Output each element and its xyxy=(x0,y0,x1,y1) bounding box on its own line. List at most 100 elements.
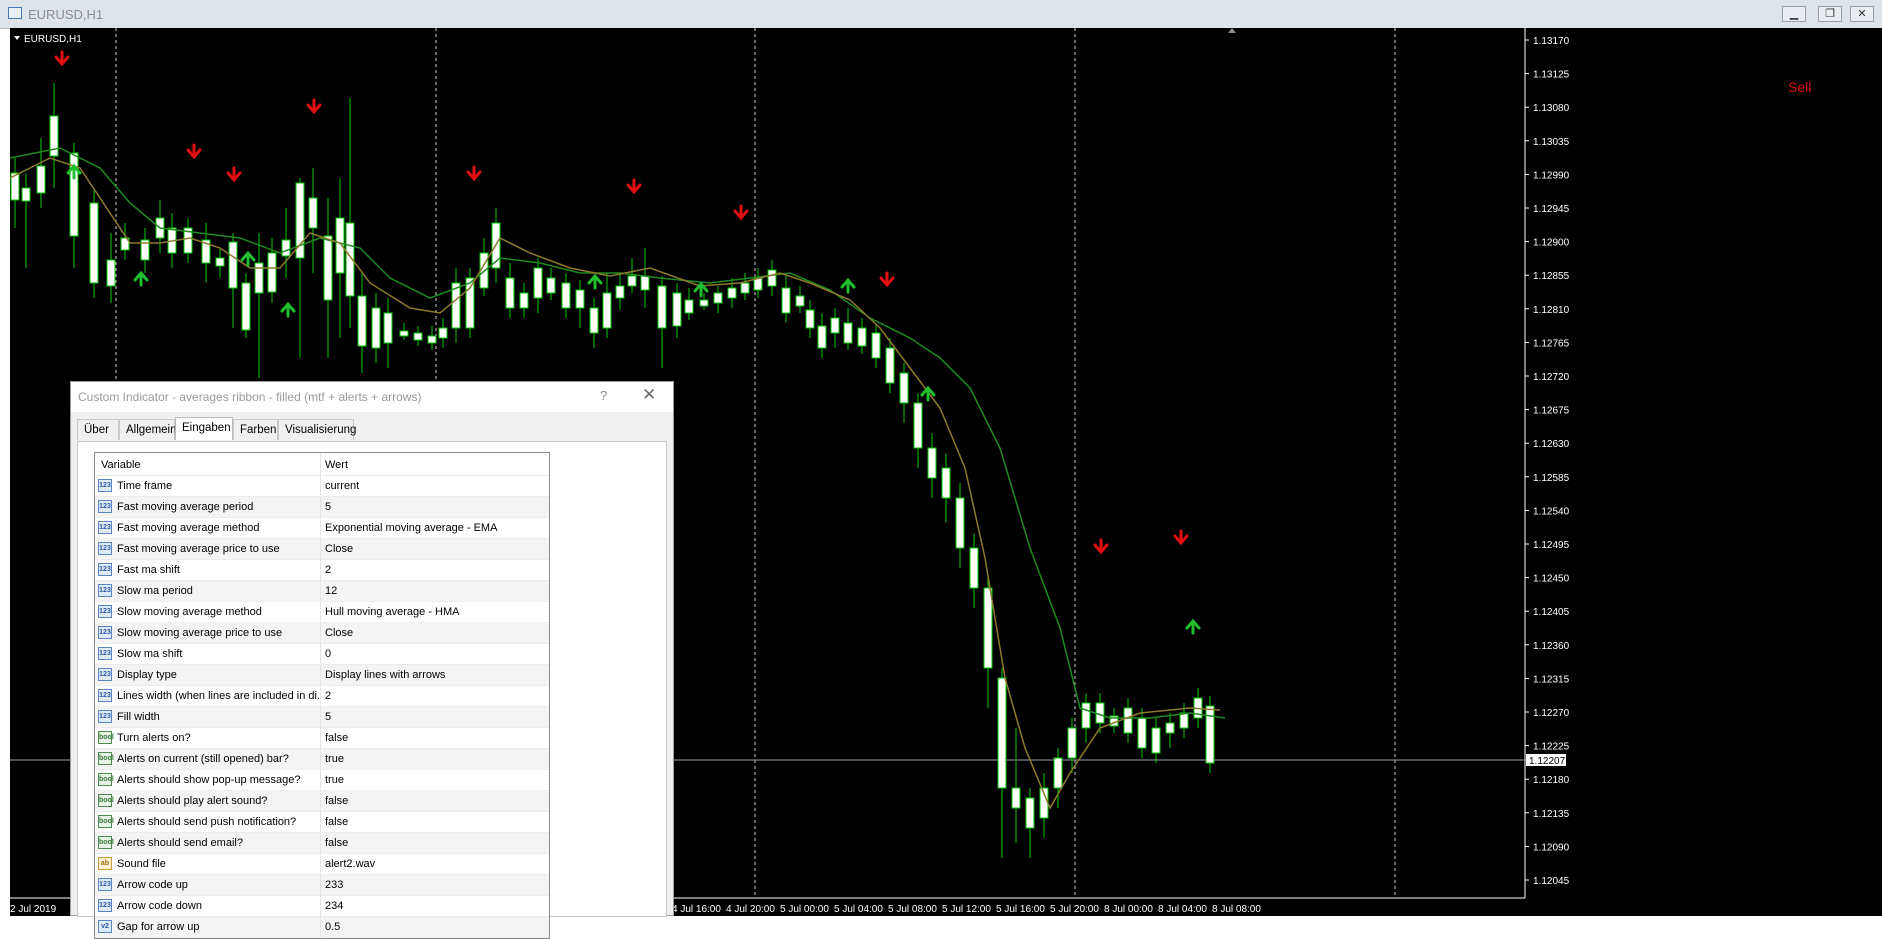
candle xyxy=(817,325,827,349)
price-axis-label: 1.12855 xyxy=(1533,271,1570,282)
input-value[interactable]: Close xyxy=(325,627,353,639)
chart-shift-marker-icon[interactable] xyxy=(1228,28,1236,33)
input-row[interactable]: bool Turn alerts on? false xyxy=(95,728,549,749)
help-button[interactable]: ? xyxy=(600,388,607,403)
sell-arrow-icon xyxy=(226,166,242,183)
price-axis-label: 1.12630 xyxy=(1533,439,1570,450)
input-row[interactable]: 123 Slow ma period 12 xyxy=(95,581,549,602)
tab-uber[interactable]: Über xyxy=(77,419,119,440)
grid-rows: 123 Time frame current 123 Fast moving avera… xyxy=(95,476,549,938)
input-row[interactable]: 123 Time frame current xyxy=(95,476,549,497)
input-row[interactable]: 123 Fast moving average period 5 xyxy=(95,497,549,518)
price-axis-label: 1.12045 xyxy=(1533,876,1570,887)
input-variable-name: Turn alerts on? xyxy=(117,732,191,744)
chart-menu-icon[interactable] xyxy=(14,36,20,40)
candle xyxy=(1053,757,1063,789)
candle xyxy=(1165,722,1175,734)
input-row[interactable]: 123 Slow moving average method Hull moving… xyxy=(95,602,549,623)
input-variable-name: Arrow code down xyxy=(117,900,202,912)
price-axis-label: 1.12540 xyxy=(1533,506,1570,517)
input-value[interactable]: false xyxy=(325,816,348,828)
integer-type-icon: 123 xyxy=(98,710,112,723)
candle xyxy=(602,292,612,329)
input-value[interactable]: current xyxy=(325,480,359,492)
input-value[interactable]: false xyxy=(325,732,348,744)
tab-visualisierung[interactable]: Visualisierung xyxy=(278,419,356,440)
price-axis-label: 1.12225 xyxy=(1533,742,1570,753)
input-row[interactable]: 123 Fast ma shift 2 xyxy=(95,560,549,581)
variable-column-header[interactable]: Variable xyxy=(101,459,141,471)
input-value[interactable]: alert2.wav xyxy=(325,858,375,870)
grid-header: Variable Wert xyxy=(95,453,549,476)
candle xyxy=(727,287,737,299)
input-value[interactable]: 234 xyxy=(325,900,343,912)
input-row[interactable]: 123 Slow moving average price to use Close xyxy=(95,623,549,644)
input-row[interactable]: 123 Lines width (when lines are included … xyxy=(95,686,549,707)
price-axis-label: 1.12360 xyxy=(1533,641,1570,652)
input-value[interactable]: 2 xyxy=(325,690,331,702)
input-value[interactable]: 0 xyxy=(325,648,331,660)
candle xyxy=(546,277,556,294)
input-variable-name: Gap for arrow up xyxy=(117,921,200,933)
time-axis-label: 8 Jul 00:00 xyxy=(1104,904,1153,915)
input-row[interactable]: 123 Slow ma shift 0 xyxy=(95,644,549,665)
candle xyxy=(657,285,667,329)
input-variable-name: Time frame xyxy=(117,480,173,492)
input-row[interactable]: 123 Fill width 5 xyxy=(95,707,549,728)
input-row[interactable]: bool Alerts should send push notification… xyxy=(95,812,549,833)
input-value[interactable]: true xyxy=(325,753,344,765)
candle xyxy=(267,252,277,293)
tab-allgemein[interactable]: Allgemein xyxy=(119,419,177,440)
input-row[interactable]: 123 Fast moving average method Exponential… xyxy=(95,518,549,539)
input-value[interactable]: true xyxy=(325,774,344,786)
input-value[interactable]: false xyxy=(325,795,348,807)
candle xyxy=(983,587,993,669)
input-row[interactable]: bool Alerts on current (still opened) bar… xyxy=(95,749,549,770)
close-window-button[interactable]: ✕ xyxy=(1850,6,1874,22)
buy-arrow-icon xyxy=(280,301,296,318)
input-variable-name: Display type xyxy=(117,669,177,681)
close-dialog-button[interactable]: ✕ xyxy=(642,385,656,405)
double-type-icon: v2 xyxy=(98,920,112,933)
input-value[interactable]: 5 xyxy=(325,711,331,723)
time-axis-label: 5 Jul 04:00 xyxy=(834,904,883,915)
restore-button[interactable]: ❐ xyxy=(1818,6,1842,22)
dialog-titlebar: Custom Indicator - averages ribbon - fil… xyxy=(71,382,673,412)
input-value[interactable]: 5 xyxy=(325,501,331,513)
candle xyxy=(281,239,291,257)
input-row[interactable]: 123 Display type Display lines with arrows xyxy=(95,665,549,686)
input-variable-name: Slow ma period xyxy=(117,585,193,597)
window-title: EURUSD,H1 xyxy=(28,7,104,22)
input-row[interactable]: v2 Gap for arrow up 0.5 xyxy=(95,917,549,938)
candle xyxy=(795,295,805,307)
input-row[interactable]: bool Alerts should play alert sound? false xyxy=(95,791,549,812)
input-value[interactable]: false xyxy=(325,837,348,849)
string-type-icon: ab xyxy=(98,857,112,870)
input-value[interactable]: 2 xyxy=(325,564,331,576)
input-value[interactable]: Hull moving average - HMA xyxy=(325,606,460,618)
input-value[interactable]: 233 xyxy=(325,879,343,891)
input-row[interactable]: 123 Arrow code down 234 xyxy=(95,896,549,917)
input-row[interactable]: bool Alerts should show pop-up message? tr… xyxy=(95,770,549,791)
input-row[interactable]: 123 Fast moving average price to use Close xyxy=(95,539,549,560)
input-row[interactable]: bool Alerts should send email? false xyxy=(95,833,549,854)
sell-arrow-icon xyxy=(1173,529,1189,546)
input-row[interactable]: ab Sound file alert2.wav xyxy=(95,854,549,875)
price-axis-label: 1.12585 xyxy=(1533,473,1570,484)
input-value[interactable]: Exponential moving average - EMA xyxy=(325,522,497,534)
price-axis-label: 1.12315 xyxy=(1533,674,1570,685)
input-value[interactable]: 12 xyxy=(325,585,337,597)
minimize-button[interactable]: ▁ xyxy=(1782,6,1806,22)
input-variable-name: Alerts on current (still opened) bar? xyxy=(117,753,289,765)
candle xyxy=(413,332,423,341)
input-value[interactable]: Close xyxy=(325,543,353,555)
input-value[interactable]: Display lines with arrows xyxy=(325,669,445,681)
tab-farben[interactable]: Farben xyxy=(233,419,278,440)
input-value[interactable]: 0.5 xyxy=(325,921,340,933)
input-row[interactable]: 123 Arrow code up 233 xyxy=(95,875,549,896)
candle xyxy=(1205,705,1215,764)
value-column-header[interactable]: Wert xyxy=(325,459,348,471)
candle xyxy=(1025,797,1035,829)
tab-eingaben[interactable]: Eingaben xyxy=(175,417,233,440)
price-axis-label: 1.12135 xyxy=(1533,809,1570,820)
